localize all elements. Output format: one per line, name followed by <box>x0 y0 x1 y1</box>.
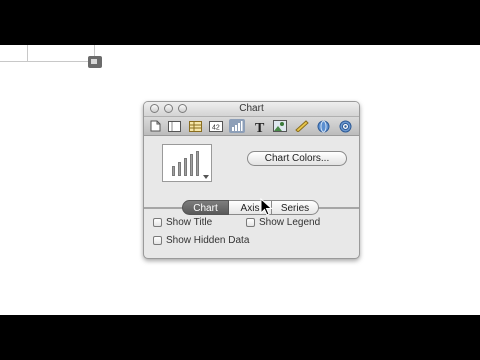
tab-series[interactable]: Series <box>272 200 319 215</box>
tab-chart[interactable]: Chart <box>182 200 229 215</box>
chart-inspector-panel: Chart 42 T Chart Colors... Chart Axis Se… <box>143 101 360 259</box>
spreadsheet-cells[interactable] <box>0 45 95 62</box>
document-icon[interactable] <box>147 119 163 133</box>
window-title: Chart <box>239 103 264 114</box>
table-icon[interactable] <box>187 119 203 133</box>
chart-content-area: Chart Colors... <box>144 136 359 188</box>
number-format-icon[interactable]: 42 <box>208 119 224 133</box>
show-title-checkbox[interactable] <box>153 218 162 227</box>
chart-tabs: Chart Axis Series <box>182 200 319 215</box>
show-title-label: Show Title <box>166 217 213 228</box>
mouse-cursor-icon <box>260 198 273 216</box>
image-icon[interactable] <box>272 119 288 133</box>
bar-chart-icon <box>172 151 199 176</box>
text-icon[interactable]: T <box>252 119 268 133</box>
selection-resize-handle[interactable] <box>88 56 102 68</box>
show-legend-label: Show Legend <box>259 217 321 228</box>
inspector-toolbar: 42 T <box>144 117 359 136</box>
ruler-icon[interactable] <box>294 119 310 133</box>
svg-text:42: 42 <box>212 124 220 131</box>
chart-icon[interactable] <box>229 119 245 133</box>
chevron-down-icon <box>203 175 209 179</box>
show-hidden-data-checkbox[interactable] <box>153 236 162 245</box>
show-title-option[interactable]: Show Title <box>153 217 212 228</box>
chart-type-picker[interactable] <box>162 144 212 182</box>
show-legend-checkbox[interactable] <box>246 218 255 227</box>
cell-divider <box>27 45 28 61</box>
layout-icon[interactable] <box>166 119 182 133</box>
target-icon[interactable] <box>337 119 353 133</box>
show-hidden-data-label: Show Hidden Data <box>166 235 250 246</box>
svg-text:T: T <box>255 121 265 133</box>
globe-icon[interactable] <box>315 119 331 133</box>
show-legend-option[interactable]: Show Legend <box>246 217 320 228</box>
chart-colors-button[interactable]: Chart Colors... <box>247 151 347 166</box>
app-screen: Chart 42 T Chart Colors... Chart Axis Se… <box>0 45 480 315</box>
show-hidden-data-option[interactable]: Show Hidden Data <box>153 235 249 246</box>
window-titlebar[interactable]: Chart <box>144 102 359 117</box>
